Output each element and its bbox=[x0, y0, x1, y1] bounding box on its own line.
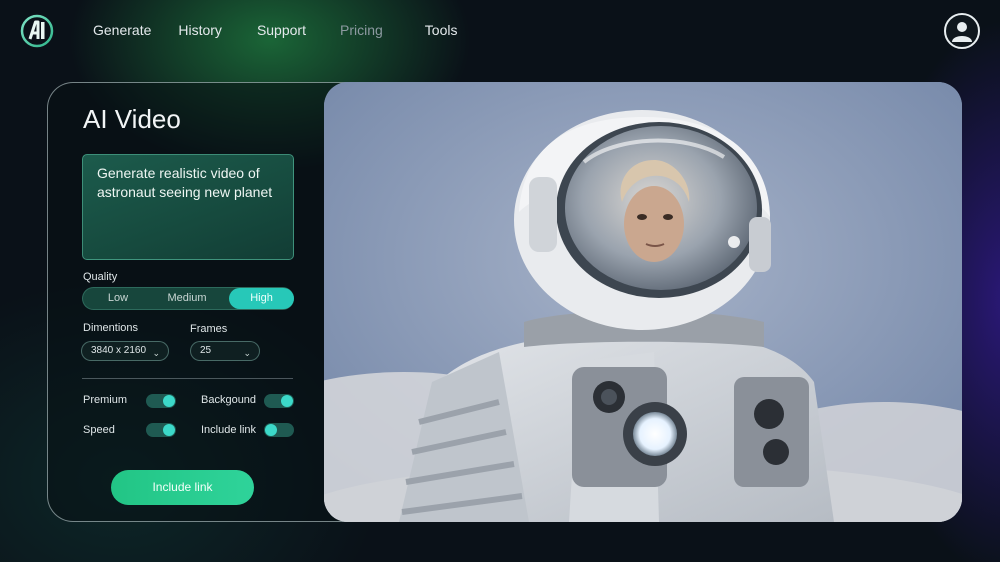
speed-toggle[interactable] bbox=[146, 423, 176, 437]
dimensions-value: 3840 x 2160 bbox=[91, 345, 147, 356]
toggle-knob bbox=[163, 395, 175, 407]
dimensions-label: Dimentions bbox=[83, 322, 139, 334]
chevron-down-icon: ⌄ bbox=[152, 348, 160, 358]
include-link-label: Include link bbox=[201, 424, 257, 436]
nav-pricing[interactable]: Pricing bbox=[340, 22, 383, 38]
quality-segmented-control: Low Medium High bbox=[82, 287, 294, 310]
astronaut-image bbox=[324, 82, 962, 522]
nav-history[interactable]: History bbox=[178, 22, 222, 38]
video-preview[interactable] bbox=[324, 82, 962, 522]
speed-label: Speed bbox=[83, 424, 115, 436]
quality-label: Quality bbox=[83, 271, 118, 283]
quality-option-low[interactable]: Low bbox=[93, 288, 143, 309]
premium-toggle[interactable] bbox=[146, 394, 176, 408]
dimensions-select[interactable]: 3840 x 2160 ⌄ bbox=[81, 341, 169, 361]
toggle-knob bbox=[281, 395, 293, 407]
nav-tools[interactable]: Tools bbox=[425, 22, 458, 38]
ai-logo-icon bbox=[20, 14, 54, 48]
toggle-knob bbox=[163, 424, 175, 436]
background-label: Backgound bbox=[201, 394, 257, 406]
background-toggle[interactable] bbox=[264, 394, 294, 408]
premium-label: Premium bbox=[83, 394, 128, 406]
chevron-down-icon: ⌄ bbox=[243, 348, 251, 358]
page-title: AI Video bbox=[83, 104, 181, 134]
toggle-knob bbox=[265, 424, 277, 436]
nav-generate[interactable]: Generate bbox=[93, 22, 151, 38]
frames-select[interactable]: 25 ⌄ bbox=[190, 341, 260, 361]
quality-option-high[interactable]: High bbox=[229, 288, 294, 309]
divider bbox=[82, 378, 293, 379]
frames-label: Frames bbox=[190, 323, 228, 335]
prompt-input[interactable]: Generate realistic video of astronaut se… bbox=[82, 154, 294, 260]
nav-support[interactable]: Support bbox=[257, 22, 306, 38]
main-nav: Generate History Support Pricing Tools bbox=[93, 22, 457, 38]
include-link-button[interactable]: Include link bbox=[111, 470, 254, 505]
frames-value: 25 bbox=[200, 345, 212, 356]
include-link-toggle[interactable] bbox=[264, 423, 294, 437]
user-avatar-button[interactable] bbox=[944, 13, 980, 49]
quality-option-medium[interactable]: Medium bbox=[155, 288, 219, 309]
logo[interactable] bbox=[20, 14, 54, 48]
user-icon bbox=[952, 22, 972, 42]
